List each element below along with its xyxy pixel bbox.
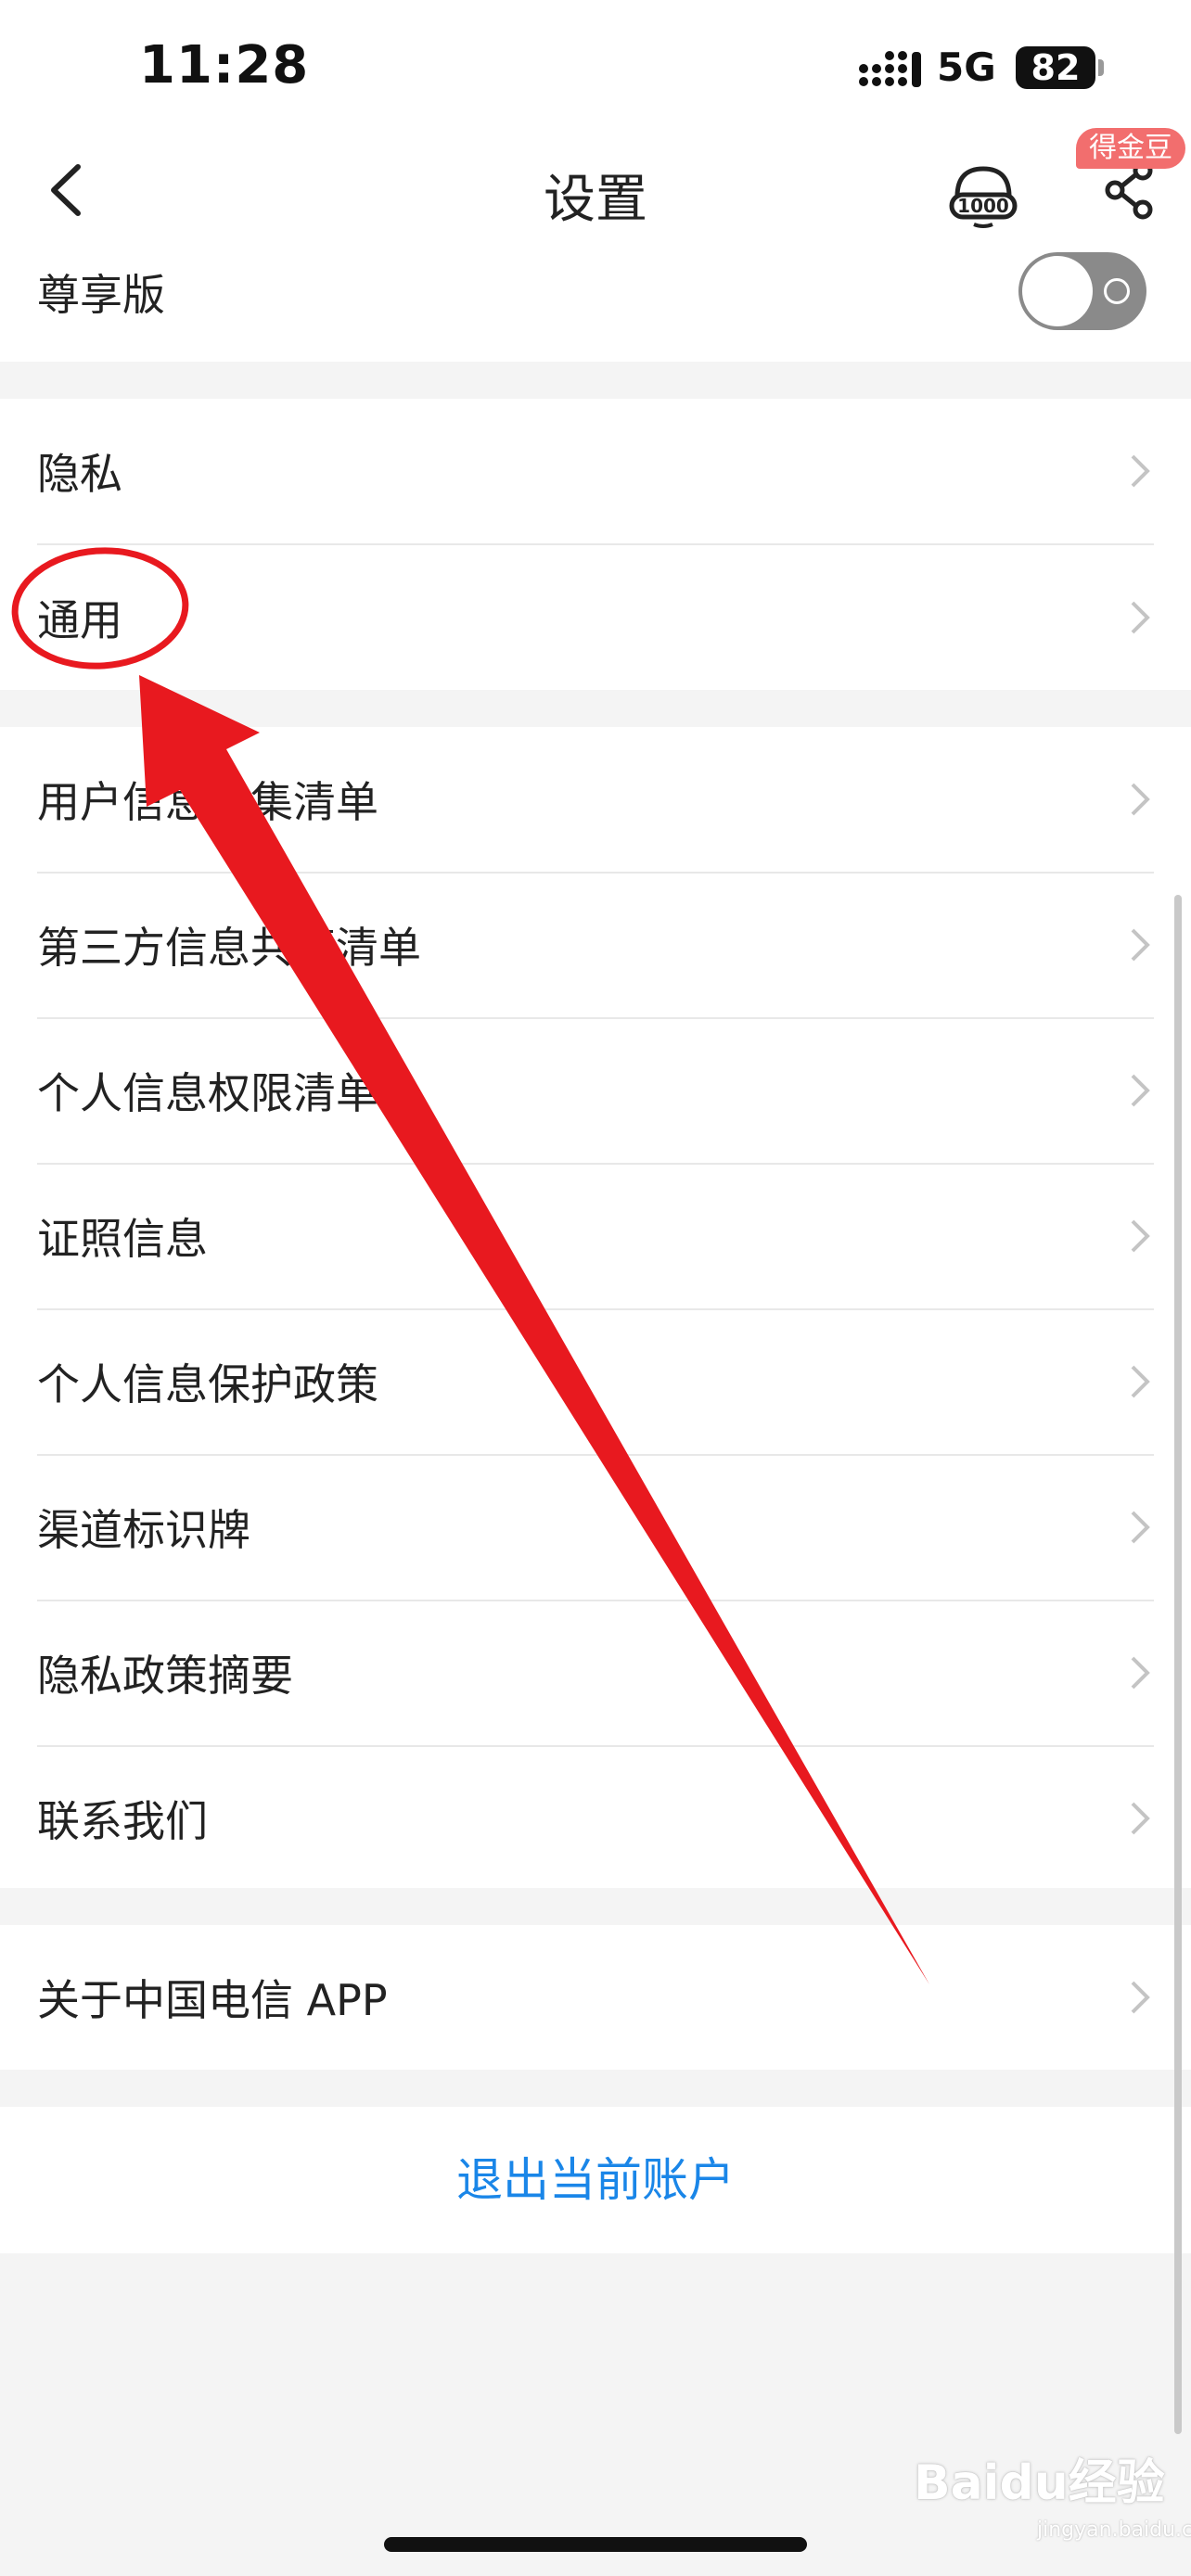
watermark-url: jingyan.baidu.com — [1037, 2519, 1191, 2542]
watermark-logo: Baidu经验 — [914, 2455, 1165, 2511]
row-privacy-protection-policy[interactable]: 个人信息保护政策 — [0, 1309, 1191, 1454]
row-label: 用户信息收集清单 — [37, 777, 378, 827]
status-bar: 11:28 5G 82 — [0, 0, 1191, 139]
scrollbar[interactable] — [1174, 895, 1182, 2434]
battery-icon: 82 — [1016, 46, 1095, 89]
chevron-right-icon — [1131, 454, 1150, 488]
row-label: 证照信息 — [37, 1214, 208, 1264]
row-privacy-summary[interactable]: 隐私政策摘要 — [0, 1600, 1191, 1745]
settings-group-1: 隐私 通用 — [0, 399, 1191, 690]
row-label: 个人信息保护政策 — [37, 1359, 378, 1409]
chevron-right-icon — [1131, 783, 1150, 816]
row-general[interactable]: 通用 — [0, 545, 1191, 690]
chevron-right-icon — [1131, 1219, 1150, 1253]
row-license-info[interactable]: 证照信息 — [0, 1164, 1191, 1308]
row-about-app[interactable]: 关于中国电信 APP — [0, 1925, 1191, 2070]
status-time: 11:28 — [139, 35, 310, 96]
row-user-info-list[interactable]: 用户信息收集清单 — [0, 727, 1191, 872]
premium-section: 尊享版 — [0, 241, 1191, 362]
chevron-right-icon — [1131, 928, 1150, 962]
network-type: 5G — [937, 45, 996, 90]
chevron-right-icon — [1131, 1074, 1150, 1107]
row-label: 通用 — [37, 595, 122, 645]
row-permission-list[interactable]: 个人信息权限清单 — [0, 1018, 1191, 1163]
toggle-off-icon — [1104, 278, 1130, 304]
chevron-right-icon — [1131, 1981, 1150, 2014]
signal-icon — [859, 51, 921, 87]
gold-bean-badge[interactable]: 得金豆 — [1076, 128, 1185, 169]
row-label: 渠道标识牌 — [37, 1505, 250, 1555]
nav-bar: 设置 1000 — [0, 139, 1191, 241]
row-label: 联系我们 — [37, 1796, 208, 1846]
row-label: 隐私政策摘要 — [37, 1651, 293, 1701]
svg-text:1000: 1000 — [957, 195, 1009, 217]
row-label: 第三方信息共享清单 — [37, 923, 421, 973]
battery-nub — [1098, 59, 1104, 76]
chevron-right-icon — [1131, 1365, 1150, 1398]
home-indicator[interactable] — [384, 2537, 807, 2552]
row-channel-sign[interactable]: 渠道标识牌 — [0, 1455, 1191, 1600]
settings-group-3: 关于中国电信 APP — [0, 1925, 1191, 2070]
row-label: 隐私 — [37, 449, 122, 499]
chevron-right-icon — [1131, 1511, 1150, 1544]
chevron-right-icon — [1131, 1656, 1150, 1690]
row-label: 关于中国电信 APP — [37, 1975, 388, 2025]
row-label: 个人信息权限清单 — [37, 1068, 378, 1118]
premium-toggle[interactable] — [1018, 252, 1146, 330]
toggle-knob — [1022, 256, 1093, 326]
customer-service-icon[interactable]: 1000 — [948, 159, 1018, 230]
row-contact-us[interactable]: 联系我们 — [0, 1746, 1191, 1891]
chevron-right-icon — [1131, 601, 1150, 634]
row-third-party-sharing[interactable]: 第三方信息共享清单 — [0, 873, 1191, 1017]
chevron-right-icon — [1131, 1802, 1150, 1835]
logout-button[interactable]: 退出当前账户 — [0, 2107, 1191, 2253]
settings-group-2: 用户信息收集清单 第三方信息共享清单 个人信息权限清单 证照信息 个人信息保护政… — [0, 727, 1191, 1888]
premium-label: 尊享版 — [37, 270, 165, 320]
row-privacy[interactable]: 隐私 — [0, 399, 1191, 543]
